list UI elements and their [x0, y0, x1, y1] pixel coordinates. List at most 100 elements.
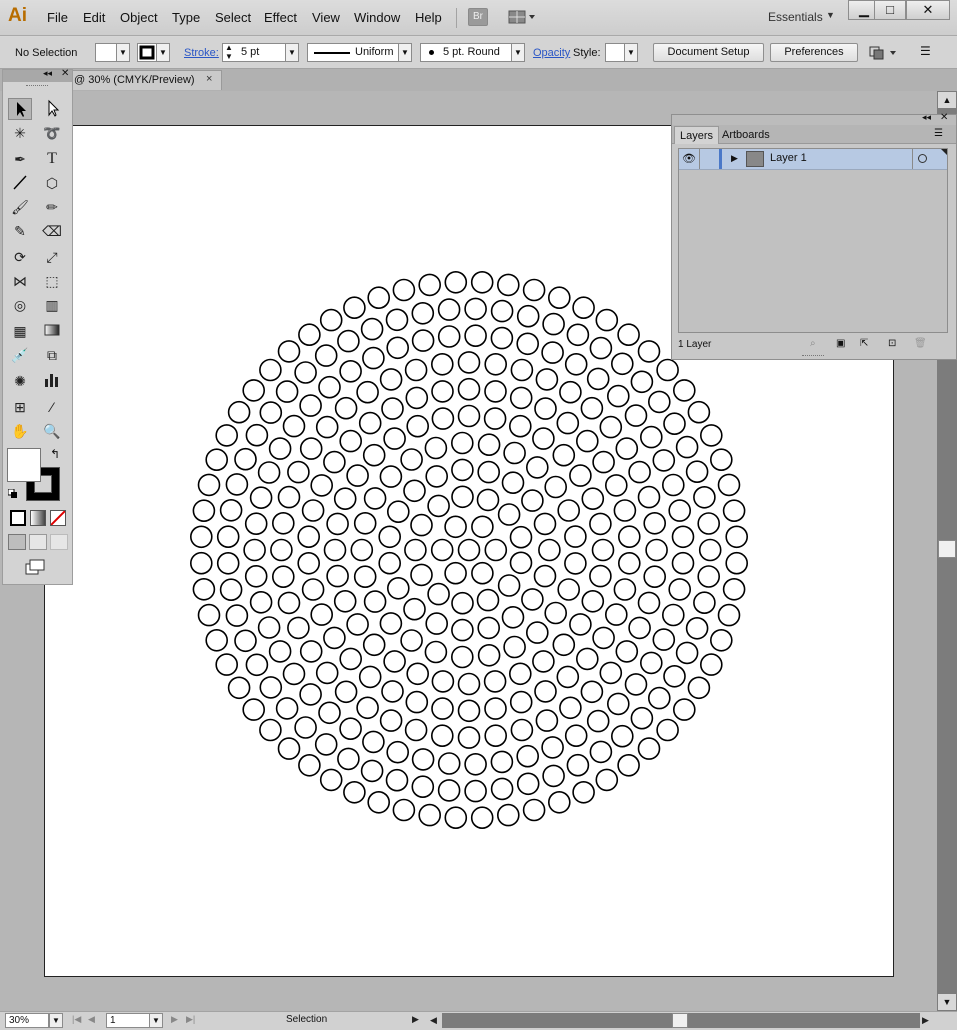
stroke-weight-dropdown[interactable]: ▼ — [285, 43, 299, 62]
circle-shape[interactable] — [559, 696, 582, 720]
circle-shape[interactable] — [451, 458, 474, 482]
symbol-sprayer-tool-icon[interactable]: ✺ — [8, 370, 32, 392]
zoom-dropdown[interactable]: ▼ — [49, 1013, 63, 1028]
close-icon[interactable]: × — [206, 73, 212, 85]
circle-shape[interactable] — [663, 664, 686, 688]
circle-shape[interactable] — [405, 690, 429, 714]
circle-shape[interactable] — [533, 512, 557, 536]
circle-shape[interactable] — [299, 437, 323, 460]
circle-shape[interactable] — [709, 628, 733, 652]
layers-panel-header[interactable]: ◂◂ ✕ — [672, 112, 956, 125]
circle-shape[interactable] — [444, 806, 468, 830]
collapse-panel-icon[interactable]: ◂◂ — [922, 112, 931, 123]
collapse-panel-icon[interactable]: ◂◂ — [43, 68, 52, 79]
circle-shape[interactable] — [299, 640, 323, 663]
stroke-color-box[interactable] — [137, 43, 157, 62]
circle-shape[interactable] — [257, 616, 281, 639]
circle-shape[interactable] — [725, 551, 749, 575]
circle-shape[interactable] — [490, 299, 514, 323]
circle-shape[interactable] — [356, 380, 379, 404]
circle-shape[interactable] — [503, 635, 526, 659]
circle-shape[interactable] — [599, 661, 623, 685]
expand-triangle-icon[interactable]: ▶ — [731, 153, 738, 164]
circle-shape[interactable] — [652, 449, 676, 472]
circle-shape[interactable] — [509, 690, 533, 714]
document-tab[interactable]: @ 30% (CMYK/Preview) — [70, 70, 222, 90]
blend-tool-icon[interactable]: ⧉ — [40, 344, 64, 366]
circle-shape[interactable] — [580, 396, 604, 420]
circle-shape[interactable] — [496, 273, 520, 297]
circle-shape[interactable] — [675, 435, 699, 459]
circle-shape[interactable] — [430, 353, 454, 376]
eye-icon[interactable]: 👁 — [682, 152, 696, 165]
circle-shape[interactable] — [339, 360, 362, 383]
circle-shape[interactable] — [424, 436, 448, 460]
circle-shape[interactable] — [581, 589, 605, 613]
circle-shape[interactable] — [294, 361, 317, 384]
eraser-tool-icon[interactable]: ⌫ — [40, 220, 64, 242]
circle-shape[interactable] — [268, 437, 292, 460]
circle-shape[interactable] — [685, 616, 709, 640]
circle-shape[interactable] — [430, 724, 454, 748]
artboard-number-field[interactable]: 1 — [106, 1013, 150, 1028]
circle-shape[interactable] — [381, 397, 404, 420]
circle-shape[interactable] — [404, 538, 427, 562]
pencil-tool-icon[interactable]: ✏ — [40, 196, 64, 218]
circle-shape[interactable] — [404, 358, 428, 382]
circle-shape[interactable] — [242, 698, 265, 721]
line-segment-tool-icon[interactable] — [8, 172, 32, 194]
circle-shape[interactable] — [437, 325, 461, 348]
circle-shape[interactable] — [698, 538, 722, 562]
circle-shape[interactable] — [497, 574, 521, 597]
circle-shape[interactable] — [564, 552, 587, 575]
circle-shape[interactable] — [299, 683, 322, 706]
circle-shape[interactable] — [425, 612, 449, 635]
circle-shape[interactable] — [672, 379, 696, 402]
zoom-field[interactable]: 30% — [5, 1013, 49, 1028]
selection-tool-icon[interactable] — [8, 98, 32, 120]
color-mode-icon[interactable] — [10, 510, 26, 526]
circle-shape[interactable] — [297, 525, 321, 549]
circle-shape[interactable] — [464, 752, 487, 776]
circle-shape[interactable] — [589, 740, 613, 764]
circle-shape[interactable] — [725, 525, 749, 549]
circle-shape[interactable] — [431, 407, 455, 430]
circle-shape[interactable] — [610, 724, 634, 748]
circle-shape[interactable] — [617, 323, 640, 346]
circle-shape[interactable] — [687, 676, 711, 700]
circle-shape[interactable] — [559, 380, 582, 404]
circle-shape[interactable] — [339, 717, 362, 741]
circle-shape[interactable] — [318, 375, 341, 399]
circle-shape[interactable] — [586, 367, 610, 391]
circle-shape[interactable] — [535, 709, 559, 732]
brush-dropdown[interactable]: ▼ — [511, 43, 525, 62]
circle-shape[interactable] — [589, 336, 613, 360]
circle-shape[interactable] — [575, 429, 599, 453]
circle-shape[interactable] — [566, 753, 590, 777]
graphic-style-box[interactable] — [605, 43, 625, 62]
circle-shape[interactable] — [709, 448, 733, 472]
circle-shape[interactable] — [282, 414, 306, 438]
circle-shape[interactable] — [451, 591, 474, 615]
scroll-left-arrow-icon[interactable]: ◀ — [430, 1013, 442, 1028]
circle-shape[interactable] — [227, 400, 251, 424]
circle-shape[interactable] — [615, 640, 639, 663]
circle-shape[interactable] — [257, 461, 281, 484]
circle-shape[interactable] — [606, 384, 630, 408]
circle-shape[interactable] — [615, 437, 639, 460]
circle-shape[interactable] — [613, 578, 637, 601]
circle-shape[interactable] — [431, 670, 455, 693]
circle-shape[interactable] — [363, 590, 387, 613]
circle-shape[interactable] — [268, 640, 292, 663]
circle-shape[interactable] — [457, 672, 481, 696]
circle-shape[interactable] — [643, 565, 667, 589]
circle-shape[interactable] — [234, 447, 257, 471]
circle-shape[interactable] — [287, 460, 310, 484]
maximize-button[interactable]: □ — [874, 0, 906, 20]
circle-shape[interactable] — [277, 737, 301, 760]
circle-shape[interactable] — [437, 779, 461, 802]
circle-shape[interactable] — [277, 591, 301, 615]
circle-shape[interactable] — [501, 605, 525, 629]
circle-shape[interactable] — [630, 370, 654, 394]
width-tool-icon[interactable]: ⋈ — [8, 270, 32, 292]
